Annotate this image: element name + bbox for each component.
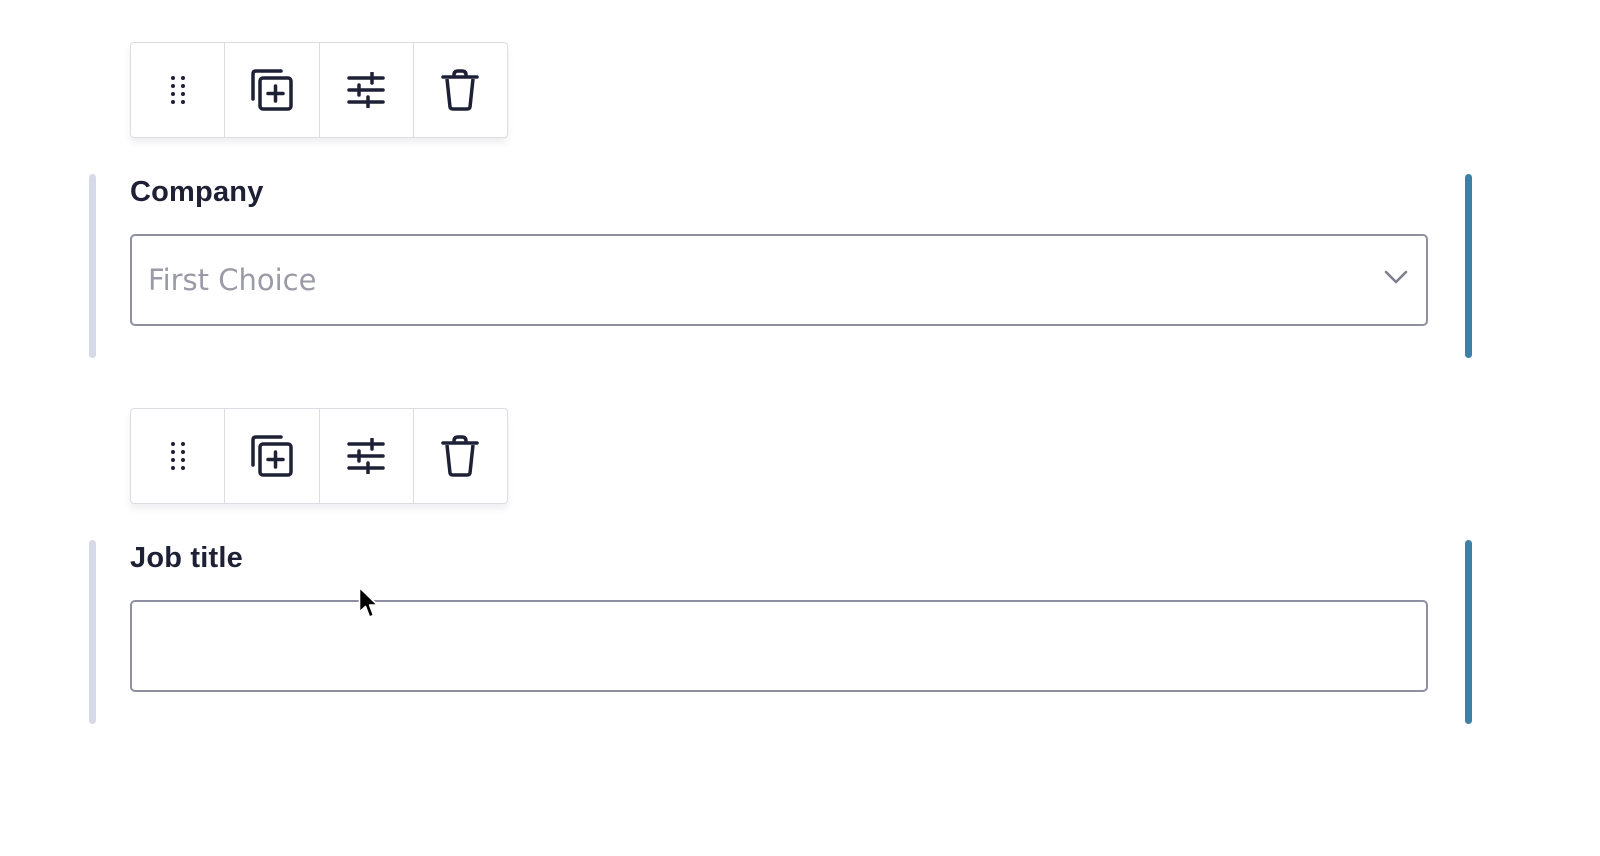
field-label: Company (130, 176, 264, 208)
active-field-indicator (1465, 540, 1472, 724)
trash-icon (441, 435, 480, 477)
sliders-icon (347, 438, 385, 474)
chevron-down-icon (1384, 270, 1408, 289)
drag-handle-button[interactable] (131, 409, 226, 503)
field-block-company: Company First Choice (89, 174, 1472, 358)
field-settings-button[interactable] (320, 43, 414, 137)
trash-icon (441, 69, 480, 111)
job-title-input[interactable] (130, 600, 1428, 692)
delete-button[interactable] (414, 409, 507, 503)
duplicate-icon (249, 67, 295, 113)
field-left-border (89, 174, 96, 358)
field-toolbar-company (130, 42, 508, 138)
drag-handle-icon (168, 440, 188, 472)
duplicate-button[interactable] (225, 409, 320, 503)
field-settings-button[interactable] (320, 409, 414, 503)
delete-button[interactable] (414, 43, 507, 137)
field-label: Job title (130, 542, 243, 574)
active-field-indicator (1465, 174, 1472, 358)
mouse-cursor-icon (358, 586, 380, 625)
sliders-icon (347, 72, 385, 108)
field-toolbar-job-title (130, 408, 508, 504)
duplicate-icon (249, 433, 295, 479)
select-value: First Choice (148, 263, 317, 297)
field-block-job-title: Job title (89, 540, 1472, 724)
company-select[interactable]: First Choice (130, 234, 1428, 326)
duplicate-button[interactable] (225, 43, 320, 137)
field-left-border (89, 540, 96, 724)
drag-handle-icon (168, 74, 188, 106)
drag-handle-button[interactable] (131, 43, 226, 137)
